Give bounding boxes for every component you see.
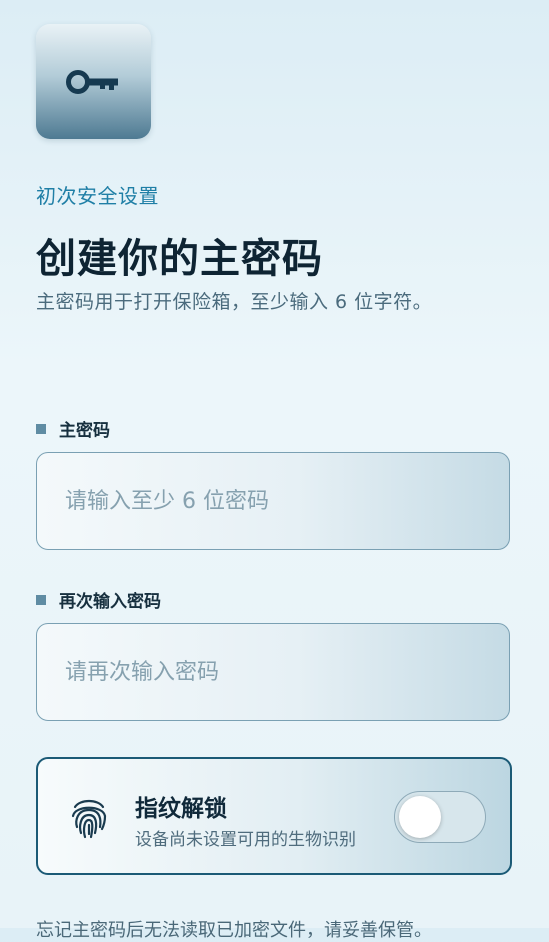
biometric-title: 指纹解锁: [135, 796, 227, 822]
master-password-input[interactable]: [37, 453, 509, 549]
page-subtitle: 主密码用于打开保险箱，至少输入 6 位字符。: [36, 291, 433, 313]
page-title: 创建你的主密码: [36, 236, 323, 282]
footer-warning-note: 忘记主密码后无法读取已加密文件，请妥善保管。: [36, 920, 432, 941]
label-marker: [36, 594, 46, 605]
fingerprint-icon: [71, 799, 107, 839]
biometric-unlock-card[interactable]: 指纹解锁 设备尚未设置可用的生物识别: [36, 757, 512, 875]
master-password-label-text: 主密码: [59, 421, 110, 441]
label-marker: [36, 423, 46, 434]
confirm-password-field[interactable]: [36, 623, 510, 721]
biometric-subtitle: 设备尚未设置可用的生物识别: [135, 830, 356, 850]
toggle-knob: [399, 796, 441, 838]
app-logo: [36, 24, 151, 139]
confirm-password-label-text: 再次输入密码: [59, 592, 161, 612]
setup-eyebrow: 初次安全设置: [36, 184, 159, 208]
master-password-label: 主密码: [36, 416, 110, 441]
confirm-password-input[interactable]: [37, 624, 509, 720]
master-password-field[interactable]: [36, 452, 510, 550]
biometric-toggle[interactable]: [394, 791, 486, 843]
key-icon: [65, 69, 118, 94]
confirm-password-label: 再次输入密码: [36, 587, 161, 612]
